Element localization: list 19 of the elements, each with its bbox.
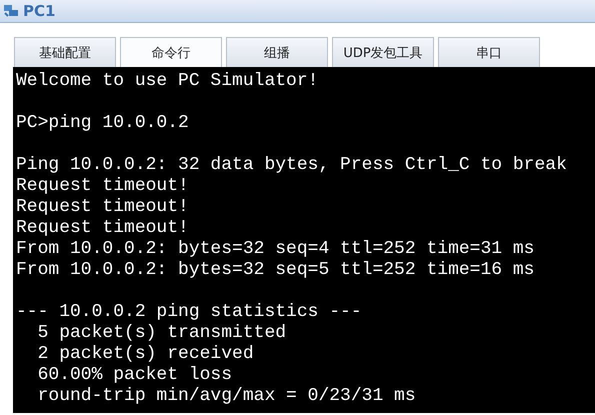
tab[interactable]: 组播 [226,37,328,67]
console-line: round-trip min/avg/max = 0/23/31 ms [36,386,417,407]
console-line: Request timeout! [16,197,190,218]
window-title: PC1 [23,2,56,20]
console-line: Request timeout! [16,176,190,197]
tab[interactable]: 基础配置 [14,37,116,67]
console-line: 5 packet(s) transmitted [36,323,288,344]
console-line: From 10.0.0.2: bytes=32 seq=4 ttl=252 time=31 ms [16,239,536,260]
console-line: 60.00% packet loss [36,365,234,386]
tab[interactable]: UDP发包工具 [332,37,434,67]
console-line: Welcome to use PC Simulator! [16,71,320,92]
tab[interactable]: 命令行 [120,37,222,67]
console-line: --- 10.0.0.2 ping statistics --- [16,302,363,323]
console-line: Request timeout! [16,218,190,239]
console-line: Ping 10.0.0.2: 32 data bytes, Press Ctrl_C to break [16,155,568,176]
tab[interactable]: 串口 [438,37,540,67]
console-line: 2 packet(s) received [36,344,255,365]
console-line: From 10.0.0.2: bytes=32 seq=5 ttl=252 time=16 ms [16,260,536,281]
console-line: PC>ping 10.0.0.2 [16,113,190,134]
